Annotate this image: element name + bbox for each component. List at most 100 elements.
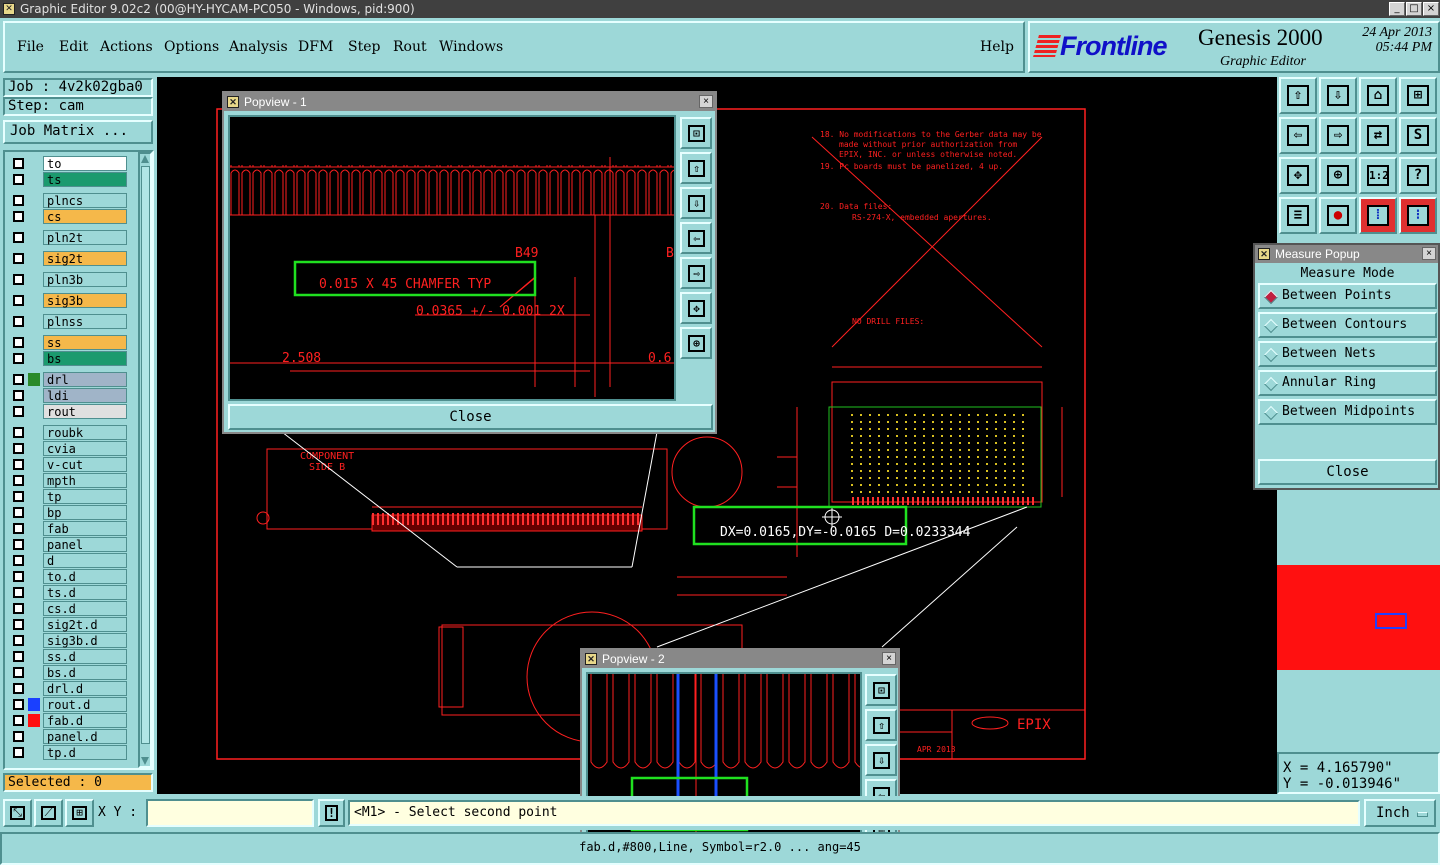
layer-checkbox[interactable] <box>13 523 24 534</box>
tool-zoom-fit-button[interactable]: ✥ <box>1279 157 1317 194</box>
layer-color-swatch[interactable] <box>28 194 40 207</box>
layer-name[interactable]: panel <box>43 537 127 552</box>
layer-name[interactable]: tp.d <box>43 745 127 760</box>
layer-list-scrollbar[interactable] <box>138 152 152 768</box>
layer-color-swatch[interactable] <box>28 618 40 631</box>
layer-name[interactable]: panel.d <box>43 729 127 744</box>
layer-color-swatch[interactable] <box>28 458 40 471</box>
layer-name[interactable]: ldi <box>43 388 127 403</box>
tool-net2-button[interactable]: ⁝ <box>1399 197 1437 234</box>
layer-checkbox[interactable] <box>13 232 24 243</box>
menu-step[interactable]: Step <box>348 39 380 55</box>
layer-name[interactable]: drl <box>43 372 127 387</box>
layer-checkbox[interactable] <box>13 715 24 726</box>
menu-edit[interactable]: Edit <box>59 39 88 55</box>
layer-checkbox[interactable] <box>13 603 24 614</box>
layer-checkbox[interactable] <box>13 158 24 169</box>
pv1-tool-5[interactable]: ⇨ <box>680 257 712 289</box>
layer-name[interactable]: bs.d <box>43 665 127 680</box>
pv1-tool-6[interactable]: ✥ <box>680 292 712 324</box>
layer-row-ss-d[interactable]: ss.d <box>9 649 127 664</box>
layer-row-fab-d[interactable]: fab.d <box>9 713 127 728</box>
layer-row-cvia[interactable]: cvia <box>9 441 127 456</box>
option-annular-ring[interactable]: Annular Ring <box>1258 370 1437 396</box>
pv1-tool-7[interactable]: ⊕ <box>680 327 712 359</box>
layer-name[interactable]: mpth <box>43 473 127 488</box>
option-between-contours[interactable]: Between Contours <box>1258 312 1437 338</box>
layer-row-sig2t[interactable]: sig2t <box>9 251 127 266</box>
layer-name[interactable]: ts.d <box>43 585 127 600</box>
layer-color-swatch[interactable] <box>28 506 40 519</box>
layer-color-swatch[interactable] <box>28 602 40 615</box>
scroll-up-arrow-icon[interactable] <box>141 155 149 163</box>
menu-options[interactable]: Options <box>164 39 219 55</box>
tool-settings-button[interactable]: ≡ <box>1279 197 1317 234</box>
layer-row-d[interactable]: d <box>9 553 127 568</box>
popview-1-close-button[interactable]: Close <box>228 404 713 430</box>
pv2-tool-3[interactable]: ⇩ <box>865 744 897 776</box>
tool-left-button[interactable]: ⇦ <box>1279 117 1317 154</box>
layer-color-swatch[interactable] <box>28 586 40 599</box>
layer-color-swatch[interactable] <box>28 352 40 365</box>
menu-actions[interactable]: Actions <box>100 39 153 55</box>
alert-button[interactable]: ! <box>318 799 345 827</box>
layer-name[interactable]: d <box>43 553 127 568</box>
menu-windows[interactable]: Windows <box>439 39 503 55</box>
layer-color-swatch[interactable] <box>28 714 40 727</box>
menu-dfm[interactable]: DFM <box>298 39 333 55</box>
layer-checkbox[interactable] <box>13 587 24 598</box>
layer-checkbox[interactable] <box>13 491 24 502</box>
layer-name[interactable]: pln2t <box>43 230 127 245</box>
layer-checkbox[interactable] <box>13 406 24 417</box>
layer-name[interactable]: ts <box>43 172 127 187</box>
pv2-tool-1[interactable]: ⊡ <box>865 674 897 706</box>
layer-checkbox[interactable] <box>13 683 24 694</box>
measure-tool-button[interactable]: ⟋ <box>34 799 63 827</box>
pv1-tool-4[interactable]: ⇦ <box>680 222 712 254</box>
layer-checkbox[interactable] <box>13 253 24 264</box>
job-matrix-button[interactable]: Job Matrix ... <box>3 120 153 144</box>
layer-color-swatch[interactable] <box>28 698 40 711</box>
layer-checkbox[interactable] <box>13 539 24 550</box>
layer-color-swatch[interactable] <box>28 490 40 503</box>
layer-row-ldi[interactable]: ldi <box>9 388 127 403</box>
layer-checkbox[interactable] <box>13 555 24 566</box>
layer-checkbox[interactable] <box>13 211 24 222</box>
layer-color-swatch[interactable] <box>28 294 40 307</box>
layer-color-swatch[interactable] <box>28 389 40 402</box>
layer-row-bp[interactable]: bp <box>9 505 127 520</box>
tool-probe-button[interactable]: ● <box>1319 197 1357 234</box>
tool-split-button[interactable]: ⊞ <box>1399 77 1437 114</box>
layer-row-panel-d[interactable]: panel.d <box>9 729 127 744</box>
mini-preview[interactable] <box>1277 565 1440 670</box>
layer-color-swatch[interactable] <box>28 373 40 386</box>
layer-name[interactable]: cs <box>43 209 127 224</box>
layer-color-swatch[interactable] <box>28 634 40 647</box>
scroll-thumb[interactable] <box>141 166 150 744</box>
grid-tool-button[interactable]: ⊞ <box>65 799 94 827</box>
pv2-tool-2[interactable]: ⇧ <box>865 709 897 741</box>
layer-name[interactable]: roubk <box>43 425 127 440</box>
layer-color-swatch[interactable] <box>28 538 40 551</box>
layer-name[interactable]: plnss <box>43 314 127 329</box>
layer-color-swatch[interactable] <box>28 426 40 439</box>
layer-color-swatch[interactable] <box>28 730 40 743</box>
tool-down-button[interactable]: ⇩ <box>1319 77 1357 114</box>
layer-color-swatch[interactable] <box>28 650 40 663</box>
option-between-nets[interactable]: Between Nets <box>1258 341 1437 367</box>
menu-help[interactable]: Help <box>980 39 1014 55</box>
layer-checkbox[interactable] <box>13 619 24 630</box>
layer-checkbox[interactable] <box>13 337 24 348</box>
layer-name[interactable]: fab.d <box>43 713 127 728</box>
layer-checkbox[interactable] <box>13 459 24 470</box>
zoom-tool-button[interactable]: ⤡ <box>3 799 32 827</box>
layer-color-swatch[interactable] <box>28 231 40 244</box>
layer-row-pln3b[interactable]: pln3b <box>9 272 127 287</box>
layer-row-drl-d[interactable]: drl.d <box>9 681 127 696</box>
layer-name[interactable]: tp <box>43 489 127 504</box>
layer-name[interactable]: to.d <box>43 569 127 584</box>
option-between-points[interactable]: Between Points <box>1258 283 1437 309</box>
unit-selector[interactable]: Inch <box>1364 799 1436 827</box>
layer-color-swatch[interactable] <box>28 210 40 223</box>
tool-right-button[interactable]: ⇨ <box>1319 117 1357 154</box>
